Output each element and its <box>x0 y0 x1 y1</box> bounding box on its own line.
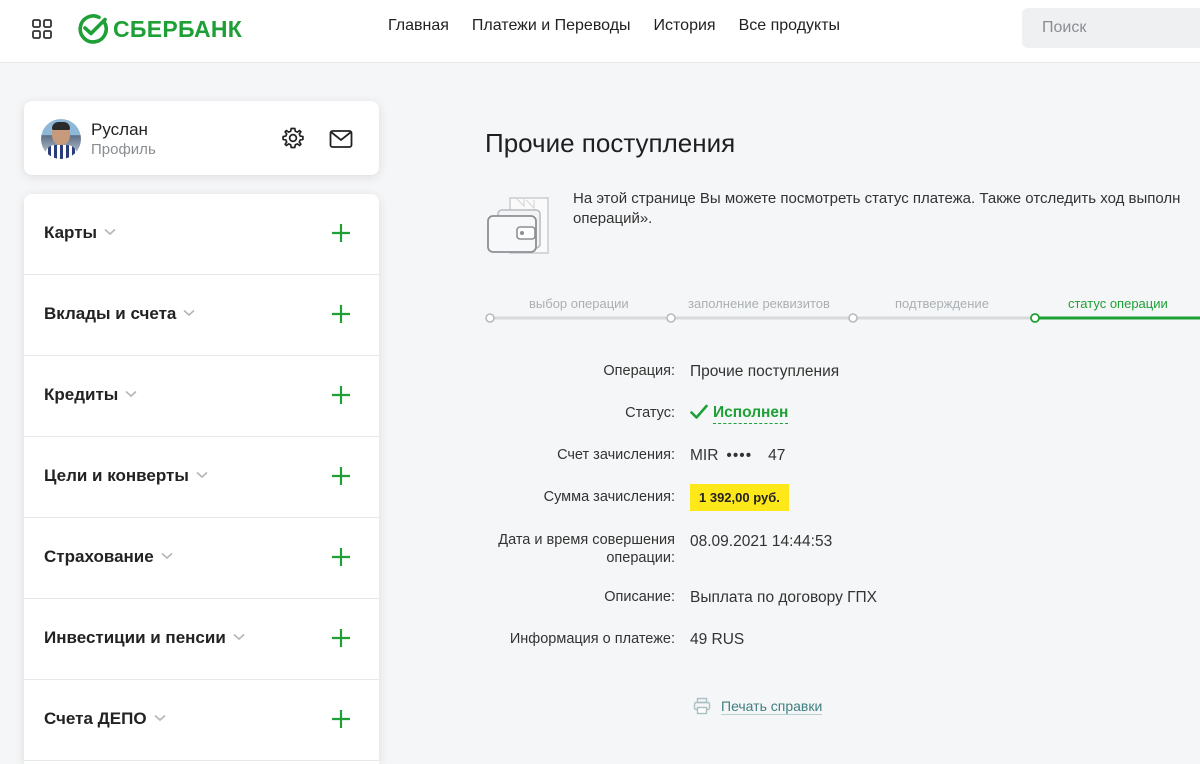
profile-name[interactable]: Руслан <box>91 120 148 140</box>
mail-icon[interactable] <box>329 129 353 149</box>
payment-info-label: Информация о платеже: <box>509 631 675 647</box>
profile-card: Руслан Профиль <box>24 101 379 175</box>
account-label: Счет зачисления: <box>557 447 675 463</box>
brand-name: СБЕРБАНК <box>113 15 243 42</box>
description-label: Описание: <box>604 589 675 605</box>
operation-value: Прочие поступления <box>690 363 840 380</box>
chevron-down-icon <box>233 633 245 641</box>
description-value: Выплата по договору ГПХ <box>690 589 878 606</box>
nav-history[interactable]: История <box>654 17 716 35</box>
gear-icon[interactable] <box>281 126 305 150</box>
menu-label: Кредиты <box>44 385 119 404</box>
top-bar: СБЕРБАНК Главная Платежи и Переводы Исто… <box>0 0 1200 63</box>
plus-icon[interactable] <box>330 222 352 244</box>
card-mask: •••• <box>726 447 753 464</box>
page-title: Прочие поступления <box>485 128 736 158</box>
datetime-label-line: операции: <box>606 550 675 566</box>
main-nav: Главная Платежи и Переводы История Все п… <box>388 17 863 35</box>
plus-icon[interactable] <box>330 384 352 406</box>
info-line: операций». <box>573 210 653 227</box>
datetime-label: Дата и время совершения операции: <box>498 531 675 567</box>
account-value: MIR •••• 47 <box>690 447 785 465</box>
menu-label: Инвестиции и пенсии <box>44 628 226 647</box>
apps-grid-icon[interactable] <box>32 19 52 39</box>
plus-icon[interactable] <box>330 708 352 730</box>
menu-item-credits[interactable]: Кредиты <box>24 356 379 437</box>
profile-link[interactable]: Профиль <box>91 141 156 158</box>
info-text: На этой странице Вы можете посмотреть ст… <box>573 189 1200 229</box>
menu-item-cards[interactable]: Карты <box>24 194 379 275</box>
menu-item-depo[interactable]: Счета ДЕПО <box>24 680 379 761</box>
menu-label: Страхование <box>44 547 154 566</box>
plus-icon[interactable] <box>330 546 352 568</box>
payment-info-value: 49 RUS <box>690 631 745 648</box>
sberbank-logo[interactable]: СБЕРБАНК <box>76 12 242 46</box>
chevron-down-icon <box>104 228 116 236</box>
menu-label: Вклады и счета <box>44 304 177 323</box>
plus-icon[interactable] <box>330 627 352 649</box>
info-line: На этой странице Вы можете посмотреть ст… <box>573 190 1181 207</box>
chevron-down-icon <box>154 714 166 722</box>
menu-label: Цели и конверты <box>44 466 189 485</box>
menu-label: Карты <box>44 223 98 242</box>
stepper-track <box>485 313 1200 323</box>
menu-label: Счета ДЕПО <box>44 709 147 728</box>
datetime-value: 08.09.2021 14:44:53 <box>690 533 833 550</box>
amount-value: 1 392,00 руб. <box>690 484 789 511</box>
chevron-down-icon <box>196 471 208 479</box>
card-type: MIR <box>690 447 719 464</box>
plus-icon[interactable] <box>330 465 352 487</box>
printer-icon[interactable] <box>693 697 711 715</box>
chevron-down-icon <box>125 390 137 398</box>
card-last-digits: 47 <box>768 447 786 464</box>
menu-item-insurance[interactable]: Страхование <box>24 518 379 599</box>
nav-home[interactable]: Главная <box>388 17 449 35</box>
search-input[interactable] <box>1022 8 1200 48</box>
menu-item-investments[interactable]: Инвестиции и пенсии <box>24 599 379 680</box>
chevron-down-icon <box>183 309 195 317</box>
avatar[interactable] <box>41 119 81 159</box>
products-menu: Карты Вклады и счета Кредиты Цели и конв… <box>24 194 379 764</box>
nav-all-products[interactable]: Все продукты <box>739 17 840 35</box>
sber-logo-icon <box>78 14 108 44</box>
menu-item-goals[interactable]: Цели и конверты <box>24 437 379 518</box>
chevron-down-icon <box>161 552 173 560</box>
datetime-label-line: Дата и время совершения <box>498 532 675 548</box>
progress-stepper: выбор операции заполнение реквизитов под… <box>485 294 1200 328</box>
amount-label: Сумма зачисления: <box>543 489 675 505</box>
nav-payments[interactable]: Платежи и Переводы <box>472 17 631 35</box>
plus-icon[interactable] <box>330 303 352 325</box>
menu-item-deposits[interactable]: Вклады и счета <box>24 275 379 356</box>
status-label: Статус: <box>625 405 675 421</box>
status-badge[interactable]: Исполнен <box>713 404 789 424</box>
check-icon <box>690 404 708 419</box>
print-receipt-link[interactable]: Печать справки <box>721 698 823 715</box>
operation-label: Операция: <box>603 363 675 379</box>
wallet-icon <box>487 197 549 254</box>
